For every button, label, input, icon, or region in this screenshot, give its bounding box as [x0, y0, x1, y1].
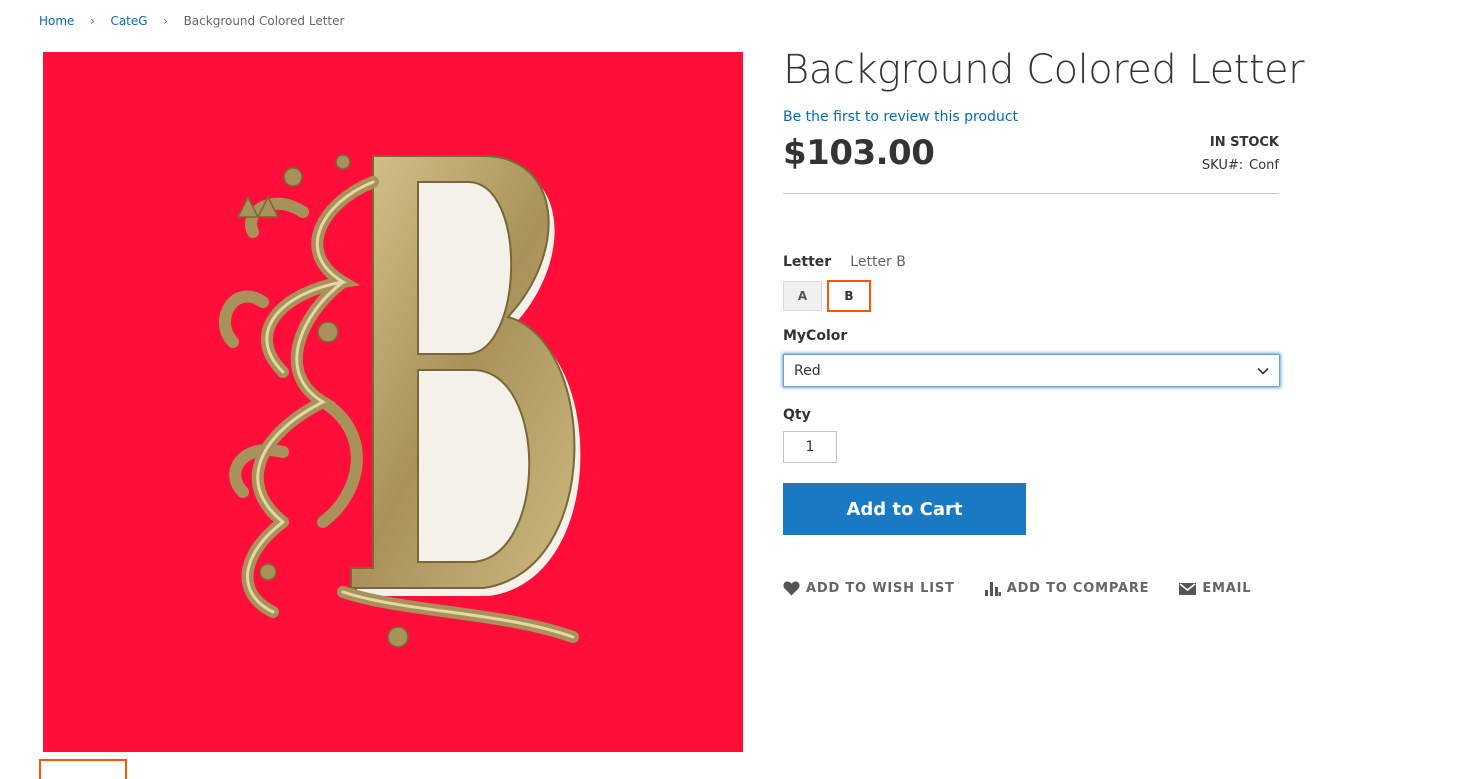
envelope-icon: [1179, 582, 1197, 595]
stock-status: IN STOCK: [1209, 135, 1279, 150]
product-image-gallery[interactable]: [43, 52, 743, 752]
sku-value: Conf: [1249, 158, 1279, 173]
swatch-option-b[interactable]: B: [827, 280, 871, 312]
mycolor-label: MyColor: [783, 328, 848, 344]
letter-swatches: A B: [783, 280, 1279, 312]
breadcrumb-category[interactable]: CateG: [110, 14, 147, 28]
product-sku: SKU#: Conf: [1202, 158, 1279, 173]
gallery-thumbnail-active[interactable]: [39, 759, 127, 779]
add-to-cart-button[interactable]: Add to Cart: [783, 483, 1026, 535]
chevron-down-icon: [1257, 367, 1269, 375]
email-link[interactable]: Email: [1179, 581, 1251, 596]
letter-option: Letter Letter B A B: [783, 251, 1279, 312]
product-price: $103.00: [783, 133, 935, 173]
chevron-right-icon: ›: [163, 14, 168, 28]
email-label: Email: [1202, 581, 1252, 596]
mycolor-selected-value: Red: [794, 362, 821, 379]
sku-label: SKU#:: [1201, 158, 1244, 173]
add-to-wishlist-link[interactable]: Add to Wish List: [783, 581, 955, 596]
add-to-compare-label: Add to Compare: [1006, 581, 1150, 596]
breadcrumb-home[interactable]: Home: [39, 14, 74, 28]
add-to-compare-link[interactable]: Add to Compare: [984, 581, 1150, 596]
price-stock-row: $103.00 IN STOCK SKU#: Conf: [783, 133, 1279, 194]
bar-chart-icon: [984, 581, 1001, 596]
add-to-wishlist-label: Add to Wish List: [806, 581, 955, 596]
swatch-option-a[interactable]: A: [783, 281, 822, 311]
qty-label: Qty: [783, 407, 811, 423]
page-title: Background Colored Letter: [783, 47, 1305, 93]
heart-icon: [783, 581, 800, 596]
breadcrumb: Home › CateG › Background Colored Letter: [39, 14, 344, 28]
product-image: [218, 154, 581, 648]
product-social-links: Add to Wish List Add to Compare Email: [783, 581, 1279, 596]
qty-input[interactable]: [783, 431, 837, 463]
chevron-right-icon: ›: [90, 14, 95, 28]
letter-selected-label: Letter B: [850, 254, 906, 270]
letter-label: Letter: [783, 254, 832, 270]
review-link[interactable]: Be the first to review this product: [783, 109, 1018, 125]
mycolor-select[interactable]: Red: [783, 354, 1280, 387]
breadcrumb-current: Background Colored Letter: [183, 14, 345, 28]
product-info: Background Colored Letter Be the first t…: [783, 44, 1305, 596]
